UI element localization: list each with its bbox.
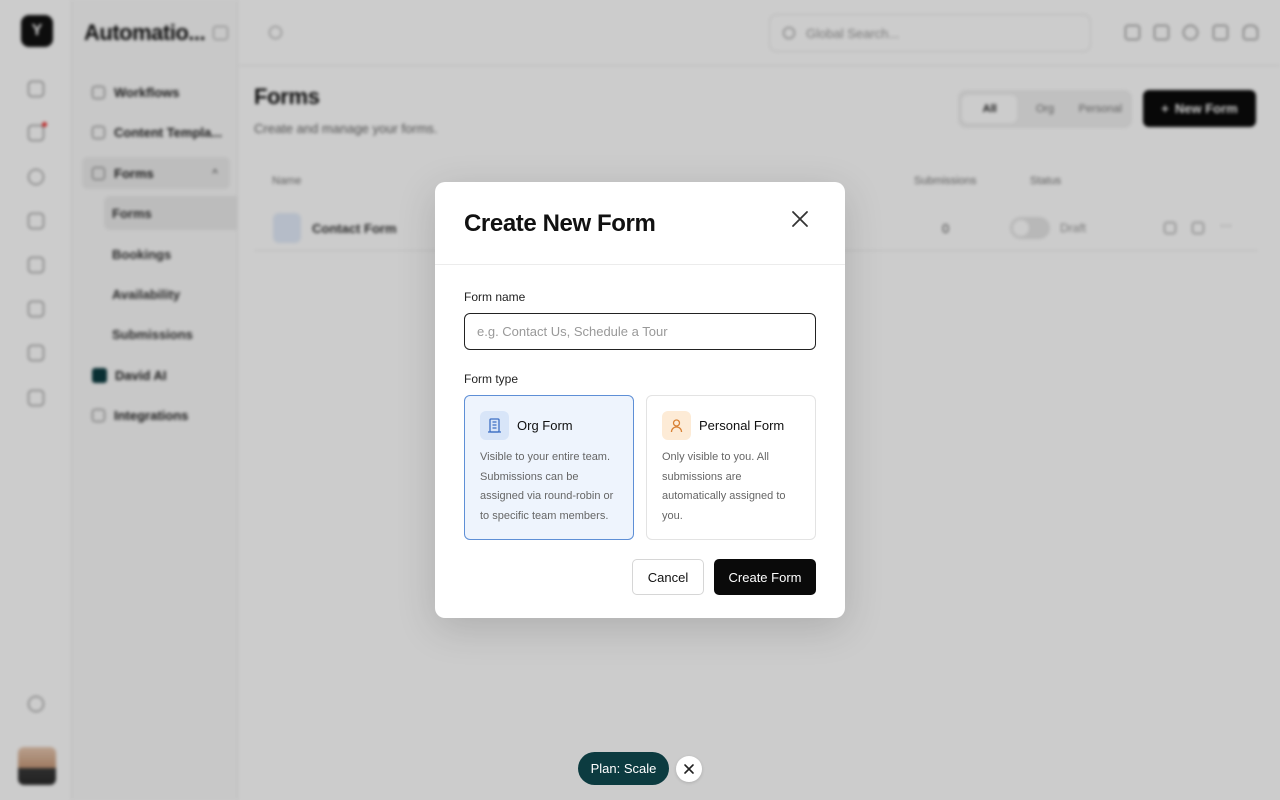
plan-dismiss-button[interactable] <box>676 756 702 782</box>
close-icon <box>684 764 694 774</box>
building-icon <box>480 411 509 440</box>
cancel-button[interactable]: Cancel <box>632 559 704 595</box>
create-form-button[interactable]: Create Form <box>714 559 816 595</box>
close-icon <box>792 211 808 227</box>
form-type-label: Form type <box>464 372 519 386</box>
create-form-dialog: Create New Form Form name Form type Org … <box>435 182 845 618</box>
personal-form-title: Personal Form <box>699 418 785 433</box>
org-form-title: Org Form <box>517 418 573 433</box>
org-form-option[interactable]: Org Form Visible to your entire team. Su… <box>464 395 634 540</box>
dialog-divider <box>435 264 845 265</box>
plan-badge[interactable]: Plan: Scale <box>578 752 669 785</box>
dialog-title: Create New Form <box>464 210 656 237</box>
user-icon <box>662 411 691 440</box>
form-name-label: Form name <box>464 290 526 304</box>
personal-form-option[interactable]: Personal Form Only visible to you. All s… <box>646 395 816 540</box>
org-form-description: Visible to your entire team. Submissions… <box>480 451 614 522</box>
personal-form-description: Only visible to you. All submissions are… <box>662 451 786 522</box>
form-name-input[interactable] <box>464 313 816 350</box>
close-button[interactable] <box>789 208 811 230</box>
